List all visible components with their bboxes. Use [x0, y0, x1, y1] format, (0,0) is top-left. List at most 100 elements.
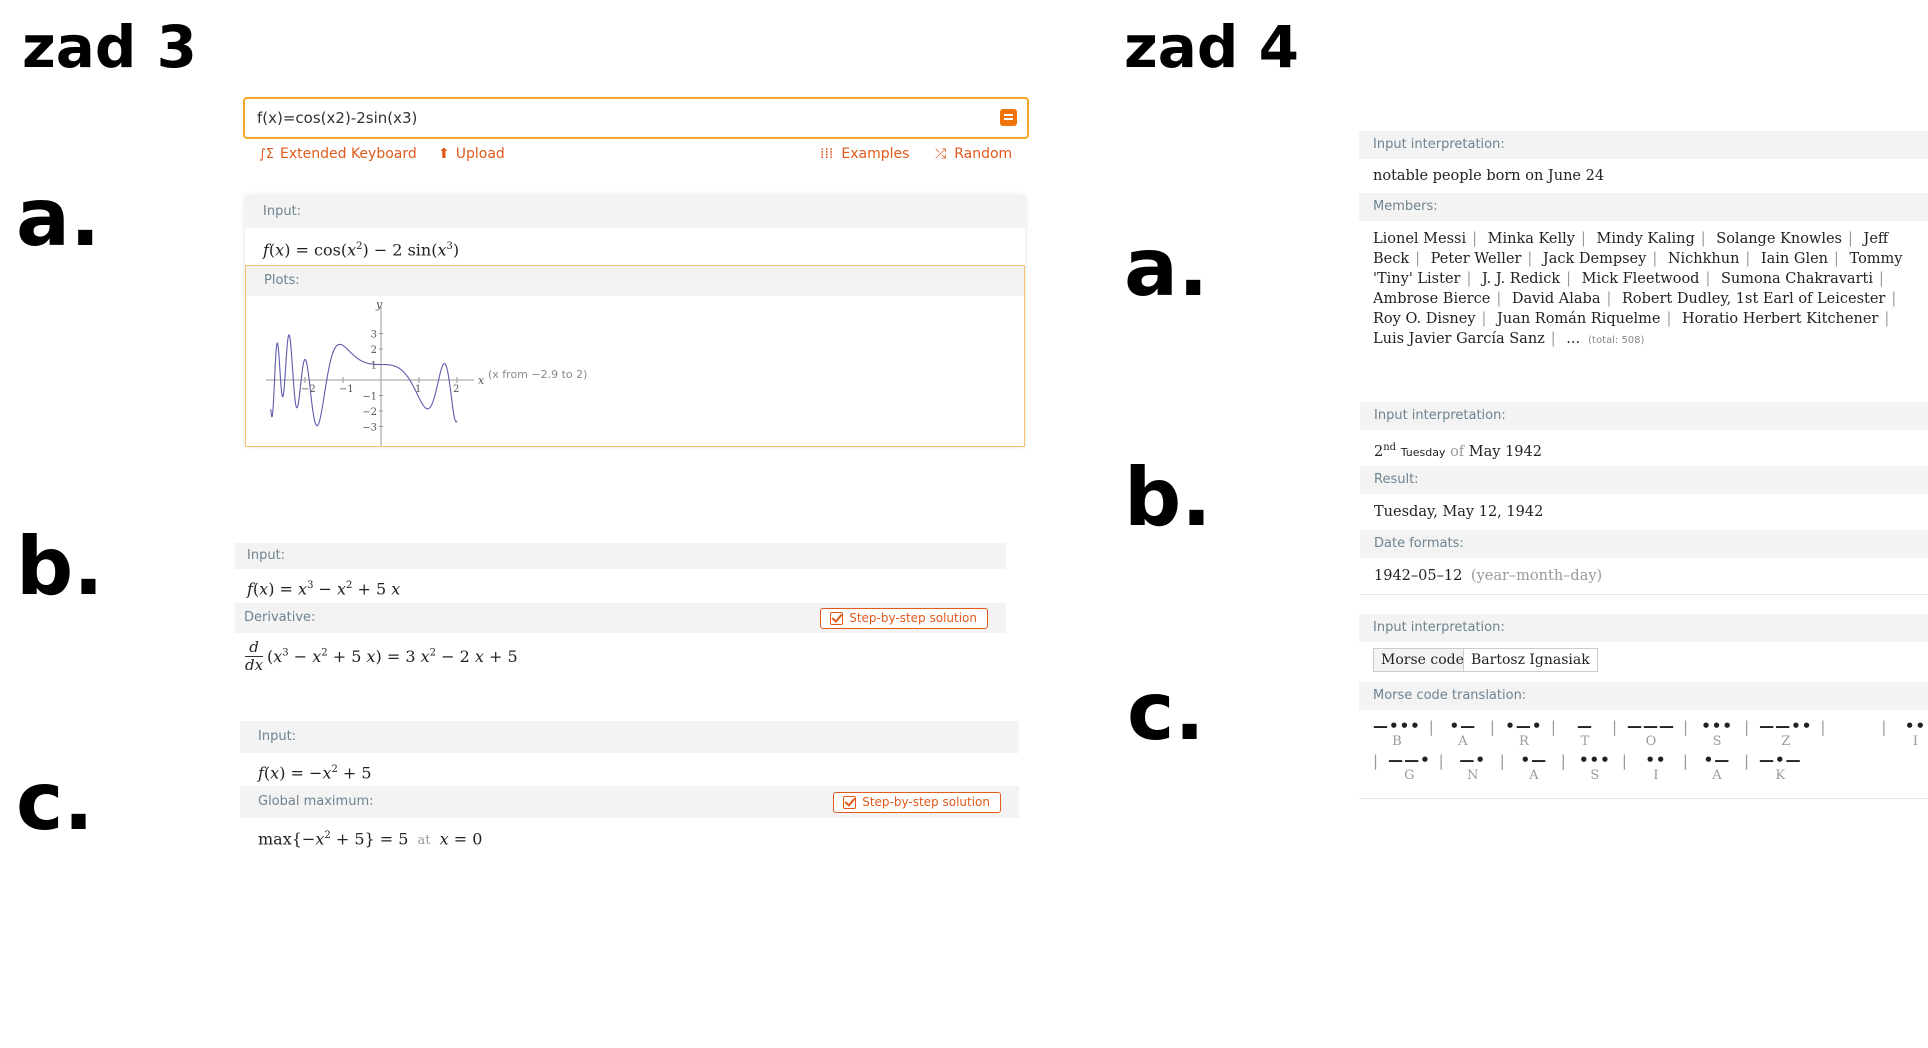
more-ellipsis[interactable]: ... [1566, 331, 1580, 347]
separator: | [1606, 291, 1612, 307]
member-item[interactable]: David Alaba [1512, 291, 1601, 307]
member-item[interactable]: Mindy Kaling [1596, 231, 1694, 247]
step-by-step-button[interactable]: Step-by-step solution [820, 608, 988, 629]
x-tick-label: −1 [339, 384, 354, 395]
morse-letter: S [1712, 734, 1722, 749]
morse-row-1: —••• B | •— A | •—• R | — T | ——— O | ••• S | ——•• Z | | •• I [1373, 718, 1928, 752]
input-interpretation-label: Input interpretation: [1359, 131, 1928, 159]
at-word: at [417, 833, 431, 849]
y-tick-label: 3 [371, 330, 377, 341]
member-item[interactable]: Roy O. Disney [1373, 311, 1476, 327]
global-maximum-formula: max{−x2 + 5} = 5 at x = 0 [240, 818, 1019, 854]
separator: | [1550, 331, 1556, 347]
morse-symbol: ——• [1388, 751, 1431, 769]
member-item[interactable]: Sumona Chakravarti [1721, 271, 1873, 287]
y-axis-label: y [375, 298, 383, 311]
upload-link[interactable]: ⬆ Upload [438, 146, 505, 162]
random-link[interactable]: ⤮ Random [935, 146, 1012, 162]
morse-code-chip: Morse code [1373, 648, 1472, 672]
separator: | [1496, 291, 1502, 307]
zad3b-pod: Input: f(x) = x3 − x2 + 5 x Derivative: … [235, 543, 1006, 683]
member-item[interactable]: Horatio Herbert Kitchener [1682, 311, 1878, 327]
separator: | [1415, 251, 1421, 267]
search-input[interactable] [255, 105, 959, 131]
name-chip: Bartosz Ignasiak [1463, 648, 1598, 672]
grid-icon: ⁞⁞⁞ [820, 146, 834, 162]
extended-keyboard-link[interactable]: ∫Σ Extended Keyboard [259, 146, 417, 162]
separator: | [1878, 271, 1884, 287]
letter-separator: | [1560, 752, 1566, 770]
morse-letter: O [1645, 734, 1657, 749]
input-formula: f(x) = cos(x2) − 2 sin(x3) [245, 228, 1025, 265]
morse-symbol: •— [1449, 717, 1477, 735]
morse-row-2: | ——• G | —• N | •— A | ••• S | •• I | •— A | —•— K [1373, 752, 1928, 786]
zad4-label-c: c. [1127, 665, 1205, 758]
input-interpretation-label: Input interpretation: [1360, 402, 1928, 430]
global-maximum-header: Global maximum: Step-by-step solution [240, 786, 1019, 818]
search-box[interactable] [243, 97, 1029, 139]
member-item[interactable]: Solange Knowles [1716, 231, 1842, 247]
member-item[interactable]: J. J. Redick [1482, 271, 1560, 287]
input-interpretation-value: 2nd Tuesday of May 1942 [1360, 430, 1928, 466]
morse-letter: A [1458, 734, 1468, 749]
input-formula: f(x) = −x2 + 5 [240, 753, 1019, 786]
morse-symbol: •—• [1505, 717, 1543, 735]
examples-link[interactable]: ⁞⁞⁞ Examples [820, 146, 909, 162]
compute-button[interactable] [1000, 109, 1017, 126]
separator: | [1666, 311, 1672, 327]
iso-date: 1942–05–12 [1374, 568, 1463, 584]
separator: | [1466, 271, 1472, 287]
separator: | [1527, 251, 1533, 267]
zad4-label-b: b. [1124, 451, 1212, 544]
members-label: Members: [1359, 193, 1928, 221]
separator: | [1884, 311, 1890, 327]
morse-letter: A [1529, 768, 1539, 783]
member-item[interactable]: Nichkhun [1668, 251, 1740, 267]
letter-separator: | [1683, 718, 1689, 736]
morse-cell: •— A [1698, 752, 1736, 784]
y-tick-label: 1 [371, 361, 377, 372]
morse-symbol: ••• [1701, 717, 1733, 735]
global-maximum-label: Global maximum: [258, 794, 374, 809]
letter-separator: | [1820, 718, 1826, 736]
member-item[interactable]: Luis Javier García Sanz [1373, 331, 1545, 347]
separator: | [1652, 251, 1658, 267]
separator: | [1834, 251, 1839, 267]
x-tick-label: 1 [415, 384, 421, 395]
equals-icon [1004, 114, 1013, 116]
input-label: Input: [235, 543, 1006, 569]
morse-cell: •• I [1637, 752, 1675, 784]
zad4-label-a: a. [1124, 221, 1209, 314]
morse-letter: K [1775, 768, 1786, 783]
letter-separator: | [1550, 718, 1556, 736]
member-item[interactable]: Peter Weller [1431, 251, 1522, 267]
member-item[interactable]: Juan Román Riquelme [1497, 311, 1660, 327]
member-item[interactable]: Robert Dudley, 1st Earl of Leicester [1622, 291, 1885, 307]
member-item[interactable]: Minka Kelly [1488, 231, 1575, 247]
morse-letter: I [1912, 734, 1919, 749]
letter-separator: | [1428, 718, 1434, 736]
member-item[interactable]: Ambrose Bierce [1373, 291, 1490, 307]
plots-label: Plots: [246, 266, 1024, 296]
morse-symbol [1835, 718, 1873, 734]
member-item[interactable]: Iain Glen [1761, 251, 1828, 267]
zad4a-pod: Input interpretation: notable people bor… [1359, 131, 1928, 359]
morse-symbol: •• [1645, 751, 1667, 769]
random-label: Random [954, 146, 1013, 162]
member-item[interactable]: Jack Dempsey [1543, 251, 1646, 267]
letter-separator: | [1682, 752, 1688, 770]
letter-separator: | [1611, 718, 1618, 736]
input-label: Input: [245, 196, 1025, 228]
shuffle-icon: ⤮ [935, 146, 947, 162]
step-by-step-button[interactable]: Step-by-step solution [833, 792, 1001, 813]
date-formats-value: 1942–05–12 (year–month–day) [1360, 558, 1928, 594]
format-note: (year–month–day) [1470, 568, 1603, 584]
date-formats-label: Date formats: [1360, 530, 1928, 558]
morse-symbol: —• [1459, 751, 1487, 769]
extended-keyboard-label: Extended Keyboard [280, 146, 417, 162]
member-item[interactable]: Lionel Messi [1373, 231, 1466, 247]
letter-separator: | [1744, 718, 1750, 736]
member-item[interactable]: Mick Fleetwood [1582, 271, 1700, 287]
of-word: of [1450, 443, 1465, 460]
separator: | [1745, 251, 1751, 267]
